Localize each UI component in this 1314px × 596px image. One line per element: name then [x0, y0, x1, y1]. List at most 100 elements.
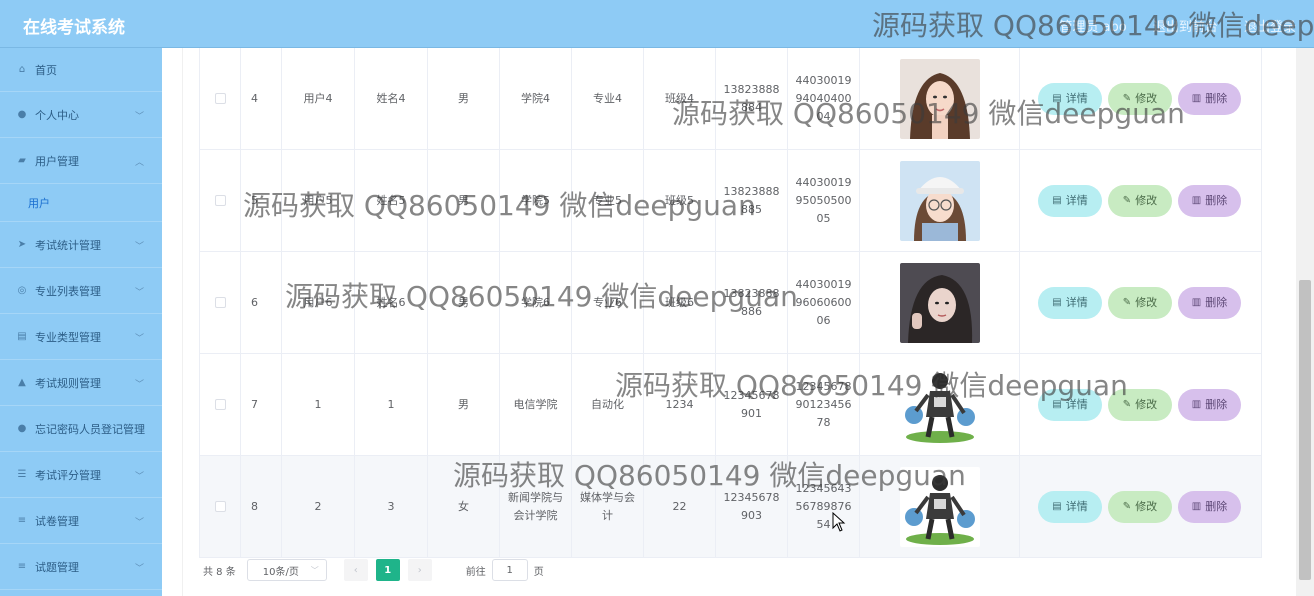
sex-cell: 男	[428, 354, 500, 455]
id-card-cell: 123456789012345678	[788, 354, 860, 455]
username-cell: 用户4	[282, 48, 355, 149]
college-cell: 学院4	[500, 48, 572, 149]
sidebar-item-exam-scoring[interactable]: ☰ 考试评分管理 ﹀	[0, 452, 162, 498]
user-photo[interactable]	[899, 364, 980, 445]
scrollbar-thumb[interactable]	[1299, 280, 1311, 580]
detail-button[interactable]: ▤ 详情	[1038, 82, 1102, 115]
chevron-down-icon: ﹀	[134, 379, 144, 390]
name-cell: 姓名4	[355, 48, 428, 149]
table-row: 6 用户6 姓名6 男 学院6 专业6 班级6 13823888886 4403…	[200, 252, 1261, 354]
chevron-down-icon: ﹀	[134, 333, 144, 344]
edit-button[interactable]: ✎ 修改	[1108, 388, 1172, 421]
delete-button[interactable]: ▥ 删除	[1178, 490, 1241, 523]
front-site-link[interactable]: 退出到前台	[1153, 20, 1218, 35]
user-photo[interactable]	[899, 58, 980, 139]
user-photo[interactable]	[899, 160, 980, 241]
next-page-button[interactable]: ›	[407, 559, 432, 581]
phone-cell: 13823888885	[716, 150, 788, 251]
class-cell: 班级5	[644, 150, 716, 251]
chevron-down-icon: ﹀	[134, 563, 144, 574]
logout-link[interactable]: 退出登录	[1244, 20, 1296, 35]
sex-cell: 男	[428, 252, 500, 353]
sidebar-item-user-management[interactable]: ▰ 用户管理 ︿	[0, 138, 162, 184]
sidebar-item-label: 忘记密码人员登记管理	[35, 422, 145, 436]
sidebar-item-label: 个人中心	[35, 108, 79, 122]
sidebar-item-home[interactable]: ⌂ 首页	[0, 48, 162, 92]
table-row: 5 用户5 姓名5 男 学院5 专业5 班级5 13823888885 4403…	[200, 150, 1261, 252]
sidebar-item-label: 试题管理	[35, 560, 79, 574]
sidebar-item-question-management[interactable]: ≡ 试题管理 ﹀	[0, 544, 162, 590]
index-cell: 5	[241, 150, 282, 251]
sidebar-item-label: 试卷管理	[35, 514, 79, 528]
detail-button[interactable]: ▤ 详情	[1038, 490, 1102, 523]
sidebar-item-major-list[interactable]: ◎ 专业列表管理 ﹀	[0, 268, 162, 314]
delete-button[interactable]: ▥ 删除	[1178, 388, 1241, 421]
prev-page-button[interactable]: ‹	[343, 559, 368, 581]
phone-cell: 13823888886	[716, 252, 788, 353]
sidebar-subitem-user[interactable]: 用户	[0, 184, 162, 222]
trash-icon: ▥	[1191, 398, 1202, 410]
sex-cell: 女	[428, 456, 500, 557]
user-photo[interactable]	[899, 466, 980, 547]
document-icon: ▤	[1052, 398, 1062, 410]
chevron-left-icon: ‹	[353, 564, 358, 576]
list-icon: ≡	[17, 515, 27, 526]
mouse-cursor-icon	[832, 512, 846, 532]
users-icon: ▰	[18, 155, 26, 166]
row-checkbox[interactable]	[214, 195, 226, 206]
sidebar-item-personal-center[interactable]: ● 个人中心 ﹀	[0, 92, 162, 138]
detail-button[interactable]: ▤ 详情	[1038, 388, 1102, 421]
pencil-icon: ✎	[1122, 194, 1132, 206]
index-cell: 4	[241, 48, 282, 149]
delete-button[interactable]: ▥ 删除	[1178, 82, 1241, 115]
page-number-current[interactable]: 1	[375, 559, 400, 581]
chevron-down-icon: ﹀	[134, 111, 144, 122]
id-card-cell: 440300199404040004	[788, 48, 860, 149]
sidebar-item-major-type[interactable]: ▤ 专业类型管理 ﹀	[0, 314, 162, 360]
person-icon: ●	[17, 423, 27, 434]
edit-button[interactable]: ✎ 修改	[1108, 490, 1172, 523]
delete-button[interactable]: ▥ 删除	[1178, 184, 1241, 217]
page-scrollbar[interactable]	[1296, 48, 1314, 596]
username-cell: 1	[282, 354, 355, 455]
page-size-select[interactable]: 10条/页 ﹀	[246, 559, 327, 581]
edit-button[interactable]: ✎ 修改	[1108, 82, 1172, 115]
sidebar-item-label: 首页	[35, 63, 57, 77]
sidebar-item-forgot-password[interactable]: ● 忘记密码人员登记管理	[0, 406, 162, 452]
document-icon: ▤	[1052, 194, 1062, 206]
sidebar-item-paper-management[interactable]: ≡ 试卷管理 ﹀	[0, 498, 162, 544]
total-count: 共 8 条	[203, 566, 236, 578]
sidebar-item-exam-rules[interactable]: ▲ 考试规则管理 ﹀	[0, 360, 162, 406]
person-icon: ●	[17, 109, 27, 120]
chevron-right-icon: ›	[417, 564, 422, 576]
pencil-icon: ✎	[1122, 500, 1132, 512]
user-photo[interactable]	[899, 262, 980, 343]
edit-button[interactable]: ✎ 修改	[1108, 286, 1172, 319]
table-row: 7 1 1 男 电信学院 自动化 1234 12345678901 123456…	[200, 354, 1261, 456]
name-cell: 1	[355, 354, 428, 455]
current-user-link[interactable]: 管理员 abo	[1059, 20, 1126, 35]
sidebar-item-exam-statistics[interactable]: ➤ 考试统计管理 ﹀	[0, 222, 162, 268]
row-checkbox[interactable]	[214, 93, 226, 104]
row-checkbox[interactable]	[214, 297, 226, 308]
edit-button[interactable]: ✎ 修改	[1108, 184, 1172, 217]
username-cell: 用户5	[282, 150, 355, 251]
trash-icon: ▥	[1191, 500, 1202, 512]
phone-cell: 13823888884	[716, 48, 788, 149]
user-table: 4 用户4 姓名4 男 学院4 专业4 班级4 13823888884 4403…	[199, 48, 1262, 558]
trash-icon: ▥	[1191, 92, 1202, 104]
name-cell: 姓名5	[355, 150, 428, 251]
row-checkbox[interactable]	[214, 501, 226, 512]
detail-button[interactable]: ▤ 详情	[1038, 184, 1102, 217]
goto-page-input[interactable]: 1	[491, 559, 528, 581]
detail-button[interactable]: ▤ 详情	[1038, 286, 1102, 319]
delete-button[interactable]: ▥ 删除	[1178, 286, 1241, 319]
trash-icon: ▥	[1191, 194, 1202, 206]
chevron-down-icon: ﹀	[134, 517, 144, 528]
sex-cell: 男	[428, 48, 500, 149]
id-card-cell: 440300199606060006	[788, 252, 860, 353]
sidebar-item-label: 考试评分管理	[35, 468, 101, 482]
sidebar-item-label: 用户管理	[35, 154, 79, 168]
document-icon: ▤	[1052, 500, 1062, 512]
row-checkbox[interactable]	[214, 399, 226, 410]
